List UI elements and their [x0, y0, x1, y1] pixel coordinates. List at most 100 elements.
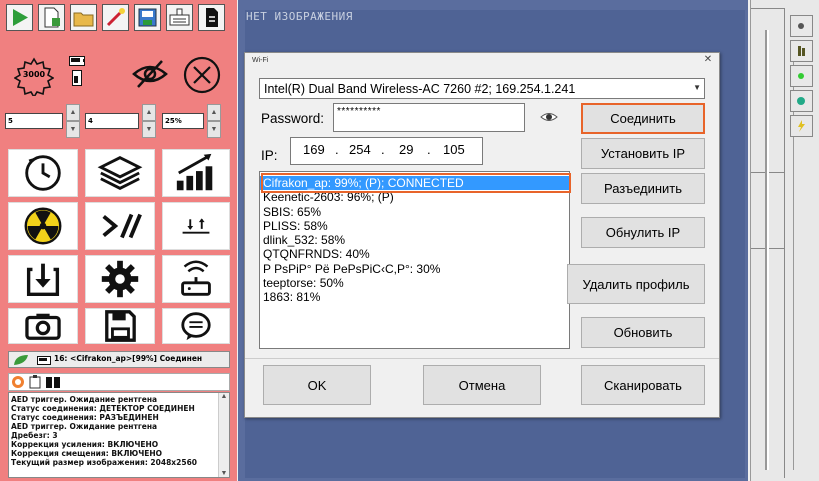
- spinner-1[interactable]: 5 ▲ ▼: [5, 104, 81, 138]
- camera-button[interactable]: [8, 308, 78, 344]
- password-label: Password:: [261, 111, 325, 126]
- green-dot-icon: [798, 73, 804, 79]
- new-document-button[interactable]: [38, 4, 65, 31]
- document-button[interactable]: [198, 4, 225, 31]
- scan-button[interactable]: Сканировать: [581, 365, 705, 405]
- magic-wand-icon: [106, 8, 125, 27]
- spinner-1-down[interactable]: ▼: [66, 121, 80, 138]
- toolbar: [6, 4, 230, 32]
- cancel-button[interactable]: Отмена: [423, 365, 541, 405]
- magic-wand-button[interactable]: [102, 4, 129, 31]
- ip-octet-3[interactable]: 29: [399, 142, 413, 157]
- network-item[interactable]: dlink_532: 58%: [260, 233, 569, 247]
- lightning-icon: [798, 120, 805, 132]
- signal-growth-button[interactable]: [162, 149, 230, 197]
- chevron-down-icon[interactable]: ▼: [693, 83, 701, 92]
- connect-button[interactable]: Соединить: [581, 103, 705, 134]
- dialog-close-button[interactable]: ✕: [701, 54, 715, 66]
- right-tool-3[interactable]: [790, 65, 813, 87]
- network-item[interactable]: teeptorse: 50%: [260, 276, 569, 290]
- level-adjust-icon: [182, 218, 210, 234]
- save-image-button[interactable]: [134, 4, 161, 31]
- set-ip-button[interactable]: Установить IP: [581, 138, 705, 169]
- right-tool-1[interactable]: [790, 15, 813, 37]
- ip-octet-1[interactable]: 169: [303, 142, 325, 157]
- right-tool-2[interactable]: [790, 40, 813, 62]
- log-line: Статус соединения: ДЕТЕКТОР СОЕДИНЕН: [11, 404, 195, 413]
- wifi-router-button[interactable]: [162, 255, 230, 303]
- password-field[interactable]: **********: [333, 103, 525, 132]
- spinner-2-value[interactable]: 4: [85, 113, 139, 129]
- right-tool-4[interactable]: [790, 90, 813, 112]
- show-password-button[interactable]: [535, 105, 563, 129]
- ip-octet-4[interactable]: 105: [443, 142, 465, 157]
- globe-icon: [797, 97, 805, 105]
- comment-button[interactable]: [162, 308, 230, 344]
- right-tool-5[interactable]: [790, 115, 813, 137]
- spinner-1-value[interactable]: 5: [5, 113, 63, 129]
- timer-icon: [25, 155, 61, 191]
- ok-button[interactable]: OK: [263, 365, 371, 405]
- spinner-2-up[interactable]: ▲: [142, 104, 156, 121]
- log-scrollbar[interactable]: ▲ ▼: [218, 393, 229, 477]
- close-circle-button[interactable]: [181, 54, 223, 96]
- spinner-2-down[interactable]: ▼: [142, 121, 156, 138]
- ip-octet-2[interactable]: 254: [349, 142, 371, 157]
- radiation-button[interactable]: [8, 202, 78, 250]
- download-button[interactable]: [8, 255, 78, 303]
- bars-icon: [798, 46, 805, 56]
- gear-badge-text: 3000: [22, 70, 46, 79]
- network-list[interactable]: Cifrakon_ap: 99%; (P); CONNECTED Keeneti…: [259, 171, 570, 349]
- network-item[interactable]: QTQNFRNDS: 40%: [260, 247, 569, 261]
- bar-chart-up-icon: [176, 153, 213, 191]
- adapter-value: Intel(R) Dual Band Wireless-AC 7260 #2; …: [264, 82, 576, 96]
- save-button[interactable]: [85, 308, 155, 344]
- compress-button[interactable]: [85, 202, 155, 250]
- history-timer-button[interactable]: [8, 149, 78, 197]
- spinner-3-up[interactable]: ▲: [207, 104, 221, 121]
- refresh-button[interactable]: Обновить: [581, 317, 705, 348]
- network-item[interactable]: PLISS: 58%: [260, 219, 569, 233]
- open-folder-button[interactable]: [70, 4, 97, 31]
- ip-field[interactable]: 169 . 254 . 29 . 105: [290, 137, 483, 165]
- status-text: 16: <Cifrakon_ap>[99%] Соединен: [54, 354, 203, 363]
- eye-icon: [540, 113, 558, 121]
- radiation-icon: [24, 207, 62, 245]
- battery-vertical-icon: [72, 70, 82, 86]
- ip-dot: .: [335, 142, 339, 157]
- gear-3000-button[interactable]: 3000: [13, 56, 55, 99]
- visibility-off-button[interactable]: [130, 54, 170, 94]
- log-line: AED триггер. Ожидание рентгена: [11, 395, 158, 404]
- spinner-1-up[interactable]: ▲: [66, 104, 80, 121]
- disconnect-button[interactable]: Разъединить: [581, 173, 705, 204]
- layers-button[interactable]: [85, 149, 155, 197]
- spinner-3-value[interactable]: 25%: [162, 113, 204, 129]
- battery-icon: [69, 56, 85, 66]
- play-button[interactable]: [6, 4, 33, 31]
- network-item[interactable]: SBIS: 65%: [260, 205, 569, 219]
- target-icon[interactable]: [11, 375, 25, 389]
- adapter-select[interactable]: Intel(R) Dual Band Wireless-AC 7260 #2; …: [259, 78, 705, 99]
- camera-icon: [25, 313, 61, 340]
- network-item[interactable]: P PsPiP° Pë PePsPiC‹C,P°: 30%: [260, 262, 569, 276]
- spinner-2[interactable]: 4 ▲ ▼: [85, 104, 157, 138]
- ip-dot: .: [381, 142, 385, 157]
- log-line: Статус соединения: РАЗЪЕДИНЕН: [11, 413, 159, 422]
- clipboard-icon[interactable]: [29, 375, 41, 389]
- network-item[interactable]: 1863: 81%: [260, 290, 569, 304]
- dot-icon: [798, 23, 804, 29]
- gear-icon: [101, 260, 139, 298]
- log-panel: AED триггер. Ожидание рентгена Статус со…: [8, 392, 230, 478]
- battery-icon: [37, 356, 51, 365]
- settings-button[interactable]: [85, 255, 155, 303]
- spinner-3[interactable]: 25% ▲ ▼: [162, 104, 222, 138]
- chat-bubble-icon: [181, 312, 211, 341]
- connection-status-bar: 16: <Cifrakon_ap>[99%] Соединен: [8, 351, 230, 368]
- level-adjust-button[interactable]: [162, 202, 230, 250]
- log-line: AED триггер. Ожидание рентгена: [11, 422, 158, 431]
- reset-ip-button[interactable]: Обнулить IP: [581, 217, 705, 248]
- keyboard-button[interactable]: [166, 4, 193, 31]
- delete-profile-button[interactable]: Удалить профиль: [567, 264, 705, 304]
- spinner-3-down[interactable]: ▼: [207, 121, 221, 138]
- leaf-icon: [14, 355, 28, 365]
